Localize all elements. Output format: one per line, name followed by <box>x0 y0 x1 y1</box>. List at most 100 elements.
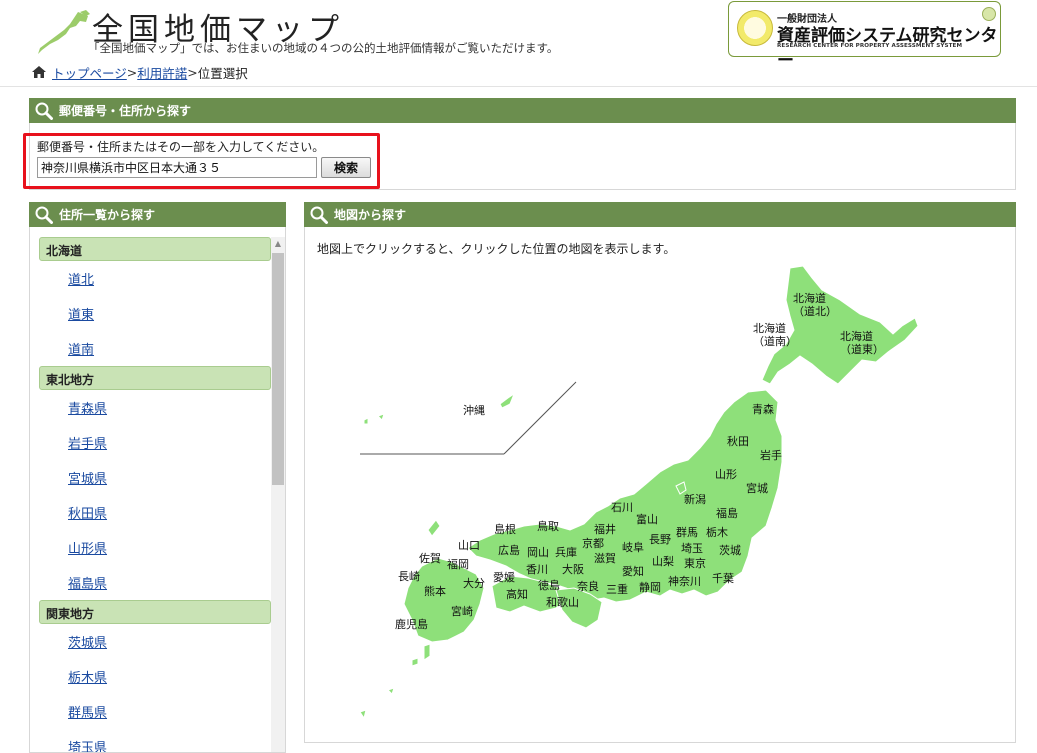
label-yamanashi: 山梨 <box>652 554 674 568</box>
site-subtitle: 「全国地価マップ」では、お住まいの地域の４つの公的土地評価情報がご覧いただけます… <box>88 41 559 55</box>
map-panel-title: 地図から探す <box>334 208 407 222</box>
label-nara: 奈良 <box>577 579 599 593</box>
list-item: 宮城県 <box>39 460 271 495</box>
island-south-2 <box>387 687 395 695</box>
org-emblem-icon <box>737 10 773 46</box>
label-hiroshima: 広島 <box>498 543 520 557</box>
pref-link-doto[interactable]: 道東 <box>68 308 94 323</box>
region-header-kanto: 関東地方 <box>39 600 271 624</box>
pref-link-ibaraki[interactable]: 茨城県 <box>68 636 107 651</box>
label-ishikawa: 石川 <box>611 501 633 514</box>
island-tanegashima <box>423 643 431 661</box>
label-hokkaido-south: 北海道 <box>753 321 786 335</box>
label-yamaguchi: 山口 <box>458 539 480 552</box>
list-item: 道南 <box>39 331 271 366</box>
map-instruction: 地図上でクリックすると、クリックした位置の地図を表示します。 <box>317 242 676 256</box>
map-panel-header: 地図から探す <box>304 202 1016 227</box>
label-iwate: 岩手 <box>760 448 782 462</box>
pref-link-iwate[interactable]: 岩手県 <box>68 437 107 452</box>
label-hokkaido-north-sub: （道北） <box>793 304 837 318</box>
list-item: 福島県 <box>39 565 271 600</box>
label-shizuoka: 静岡 <box>639 580 661 594</box>
list-item: 群馬県 <box>39 694 271 729</box>
scrollbar-thumb[interactable] <box>272 253 284 485</box>
list-item: 秋田県 <box>39 495 271 530</box>
breadcrumb-terms-link[interactable]: 利用許諾 <box>137 63 187 82</box>
label-gunma: 群馬 <box>676 525 698 539</box>
breadcrumb-home-link[interactable]: トップページ <box>52 63 127 82</box>
home-icon <box>32 66 46 78</box>
pref-link-aomori[interactable]: 青森県 <box>68 402 107 417</box>
label-fukuoka: 福岡 <box>447 557 469 571</box>
pref-link-tochigi[interactable]: 栃木県 <box>68 671 107 686</box>
pref-link-fukushima[interactable]: 福島県 <box>68 577 107 592</box>
breadcrumb-separator: > <box>126 64 138 80</box>
pref-link-miyagi[interactable]: 宮城県 <box>68 472 107 487</box>
label-mie: 三重 <box>606 582 628 596</box>
label-shimane: 島根 <box>494 522 516 536</box>
search-icon <box>35 102 53 120</box>
search-button[interactable]: 検索 <box>321 157 371 178</box>
map-land[interactable] <box>359 265 919 720</box>
breadcrumb-separator: > <box>187 64 198 80</box>
label-kagoshima: 鹿児島 <box>395 617 428 631</box>
okinawa-inset-divider-diagonal <box>503 381 577 455</box>
label-hokkaido-south-sub: （道南） <box>753 334 797 348</box>
island-okinawa-3 <box>377 413 385 421</box>
label-okayama: 岡山 <box>527 546 549 559</box>
breadcrumb-current: 位置選択 <box>197 65 248 81</box>
address-list-panel-header: 住所一覧から探す <box>29 202 286 227</box>
list-scrollbar[interactable]: ▲ <box>271 237 285 752</box>
label-hyogo: 兵庫 <box>555 545 577 559</box>
pref-link-gunma[interactable]: 群馬県 <box>68 706 107 721</box>
label-tochigi: 栃木 <box>706 525 728 539</box>
org-dot-icon <box>982 7 996 21</box>
pref-link-donan[interactable]: 道南 <box>68 343 94 358</box>
label-tottori: 鳥取 <box>537 519 559 533</box>
address-list[interactable]: 北海道 道北 道東 道南 東北地方 青森県 岩手県 宮城県 秋田県 山形県 福島… <box>29 227 286 753</box>
island-okinawa <box>499 392 516 409</box>
label-aomori: 青森 <box>752 402 774 416</box>
label-hokkaido-north: 北海道 <box>793 291 826 305</box>
label-oita: 大分 <box>463 576 485 590</box>
org-english-name: RESEARCH CENTER FOR PROPERTY ASSESSMENT … <box>777 43 963 49</box>
address-search-input[interactable] <box>37 157 317 178</box>
label-fukui: 福井 <box>594 522 616 536</box>
label-kochi: 高知 <box>506 587 528 601</box>
list-item: 埼玉県 <box>39 729 271 752</box>
list-item: 栃木県 <box>39 659 271 694</box>
label-akita: 秋田 <box>727 434 749 448</box>
list-item: 青森県 <box>39 390 271 425</box>
organization-logo[interactable]: 一般財団法人 資産評価システム研究センター RESEARCH CENTER FO… <box>728 1 1001 71</box>
island-okinawa-2 <box>363 417 369 425</box>
label-wakayama: 和歌山 <box>546 595 579 609</box>
pref-link-akita[interactable]: 秋田県 <box>68 507 107 522</box>
label-nagano: 長野 <box>649 533 671 546</box>
island-okinawa-4 <box>427 519 441 537</box>
region-header-tohoku: 東北地方 <box>39 366 271 390</box>
label-kagawa: 香川 <box>526 563 548 576</box>
label-saitama: 埼玉 <box>681 541 703 555</box>
scroll-up-icon[interactable]: ▲ <box>271 237 285 251</box>
region-header-hokkaido: 北海道 <box>39 237 271 261</box>
list-item: 道北 <box>39 261 271 296</box>
label-ibaraki: 茨城 <box>719 543 741 557</box>
list-item: 道東 <box>39 296 271 331</box>
label-hokkaido-east: 北海道 <box>840 329 873 343</box>
site-header: 全国地価マップ 「全国地価マップ」では、お住まいの地域の４つの公的土地評価情報が… <box>0 0 1037 71</box>
pref-link-saitama[interactable]: 埼玉県 <box>68 741 107 752</box>
japan-clickable-map[interactable]: 北海道 （道北） 北海道 （道南） 北海道 （道東） 沖縄 青森 秋田 岩手 山… <box>310 256 1010 736</box>
label-toyama: 富山 <box>636 512 658 526</box>
label-tokyo: 東京 <box>684 556 706 570</box>
label-shiga: 滋賀 <box>594 552 616 565</box>
pref-link-yamagata[interactable]: 山形県 <box>68 542 107 557</box>
label-kyoto: 京都 <box>582 536 604 550</box>
address-list-content: 北海道 道北 道東 道南 東北地方 青森県 岩手県 宮城県 秋田県 山形県 福島… <box>39 237 271 752</box>
search-panel-header: 郵便番号・住所から探す <box>29 98 1016 123</box>
label-osaka: 大阪 <box>562 562 584 576</box>
address-list-title: 住所一覧から探す <box>59 208 156 222</box>
pref-link-dohoku[interactable]: 道北 <box>68 273 94 288</box>
header-divider <box>0 86 1037 87</box>
search-icon <box>310 206 328 224</box>
label-nagasaki: 長崎 <box>398 569 420 583</box>
